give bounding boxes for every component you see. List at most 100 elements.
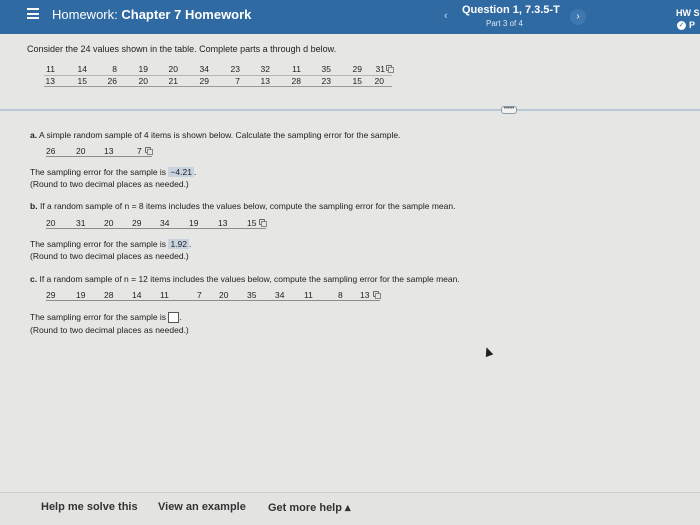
sample-value: 19 <box>76 290 86 300</box>
table-cell: 31 <box>362 64 394 76</box>
check-circle-icon: ✓ <box>677 21 686 30</box>
part-a-answer-line: The sampling error for the sample is −4.… <box>30 167 197 177</box>
sample-value: 28 <box>104 290 114 300</box>
answer-prefix: The sampling error for the sample is <box>30 167 167 177</box>
table-cell: 26 <box>87 75 117 87</box>
part-b-answer[interactable]: 1.92 <box>168 239 189 249</box>
hw-score-label[interactable]: HW S <box>676 8 700 18</box>
table-cell: 11 <box>270 64 301 76</box>
sample-value: 29 <box>132 218 142 228</box>
get-more-help-button[interactable]: Get more help ▴ <box>268 501 351 514</box>
part-b-label: b. <box>30 201 38 211</box>
table-cell: 13 <box>44 75 55 87</box>
top-bar: Homework: Chapter 7 Homework ‹ Question … <box>0 0 700 34</box>
question-panel: Consider the 24 values shown in the tabl… <box>0 34 700 492</box>
table-cell: 19 <box>117 64 148 76</box>
table-cell: 20 <box>148 64 178 76</box>
part-c-answer-line: The sampling error for the sample is . <box>30 312 182 324</box>
sample-value: 26 <box>46 146 56 156</box>
sample-value: 34 <box>275 290 285 300</box>
copy-icon[interactable] <box>373 291 381 299</box>
help-me-solve-button[interactable]: Help me solve this <box>41 501 138 513</box>
part-b-prompt: b. If a random sample of n = 8 items inc… <box>30 201 455 211</box>
part-a-label: a. <box>30 130 38 140</box>
part-c-label: c. <box>30 274 38 284</box>
sample-value: 29 <box>46 290 56 300</box>
sample-value: 13 <box>104 146 114 156</box>
table-cell: 28 <box>270 75 301 87</box>
sample-value: 14 <box>132 290 142 300</box>
table-cell: 29 <box>178 75 209 87</box>
rounding-note: (Round to two decimal places as needed.) <box>30 325 189 335</box>
part-c-text: If a random sample of n = 12 items inclu… <box>39 274 460 284</box>
part-c-answer-input[interactable] <box>168 312 180 324</box>
sample-value: 20 <box>76 146 86 156</box>
table-cell: 15 <box>55 75 87 87</box>
sample-value: 15 <box>247 218 257 228</box>
copy-icon[interactable] <box>145 147 153 155</box>
sample-value: 31 <box>76 218 86 228</box>
sample-value: 7 <box>137 146 142 156</box>
answer-prefix: The sampling error for the sample is <box>30 312 167 322</box>
table-cell: 29 <box>331 64 362 76</box>
get-more-help-label: Get more help <box>268 502 342 514</box>
intro-text: Consider the 24 values shown in the tabl… <box>27 44 337 54</box>
table-cell: 11 <box>44 64 55 76</box>
part-b-sample-row: 20 31 20 29 34 19 13 15 <box>46 218 267 229</box>
table-cell: 20 <box>362 75 392 87</box>
part-c-sample-row: 29 19 28 14 11 7 20 35 34 11 8 13 <box>46 290 381 301</box>
part-a-text: A simple random sample of 4 items is sho… <box>39 130 401 140</box>
part-b-text: If a random sample of n = 8 items includ… <box>39 201 456 211</box>
table-cell: 13 <box>240 75 270 87</box>
table-cell: 8 <box>87 64 117 76</box>
part-b-answer-line: The sampling error for the sample is 1.9… <box>30 239 192 249</box>
chevron-left-icon[interactable]: ‹ <box>444 10 448 22</box>
sample-value: 13 <box>360 290 370 300</box>
sample-value: 34 <box>160 218 170 228</box>
table-cell: 32 <box>240 64 270 76</box>
question-number: Question 1, 7.3.5-T <box>462 4 560 16</box>
view-example-button[interactable]: View an example <box>158 501 246 513</box>
homework-title: Homework: Chapter 7 Homework <box>52 7 251 22</box>
values-table: 11 14 8 19 20 34 23 32 11 35 29 31 13 15… <box>44 64 394 87</box>
copy-icon[interactable] <box>386 65 394 74</box>
sample-value: 20 <box>219 290 229 300</box>
chevron-right-icon[interactable]: › <box>570 9 586 25</box>
homework-title-name: Chapter 7 Homework <box>121 7 252 22</box>
table-cell: 15 <box>331 75 362 87</box>
sample-value: 19 <box>189 218 199 228</box>
sample-value: 20 <box>104 218 114 228</box>
sample-value: 8 <box>338 290 343 300</box>
answer-prefix: The sampling error for the sample is <box>30 239 167 249</box>
table-cell: 35 <box>301 64 331 76</box>
part-a-sample-row: 26 20 13 7 <box>46 146 153 157</box>
copy-icon[interactable] <box>259 219 267 227</box>
rounding-note: (Round to two decimal places as needed.) <box>30 251 189 261</box>
table-cell: 20 <box>117 75 148 87</box>
rounding-note: (Round to two decimal places as needed.) <box>30 179 189 189</box>
table-cell: 14 <box>55 64 87 76</box>
sample-value: 35 <box>247 290 257 300</box>
footer-bar: Help me solve this View an example Get m… <box>0 492 700 525</box>
sample-value: 11 <box>160 290 169 300</box>
hw-score-suffix: P <box>689 20 696 30</box>
table-cell: 7 <box>209 75 240 87</box>
sample-value: 20 <box>46 218 56 228</box>
table-cell: 34 <box>178 64 209 76</box>
table-row: 11 14 8 19 20 34 23 32 11 35 29 31 <box>44 64 394 76</box>
part-a-prompt: a. A simple random sample of 4 items is … <box>30 130 400 140</box>
homework-title-prefix: Homework: <box>52 7 118 22</box>
part-indicator: Part 3 of 4 <box>486 19 523 28</box>
expand-more-button[interactable]: ••••• <box>501 106 517 114</box>
section-divider <box>0 109 700 111</box>
hamburger-menu-icon[interactable] <box>27 8 39 19</box>
sample-value: 7 <box>197 290 202 300</box>
table-cell: 21 <box>148 75 178 87</box>
sample-value: 11 <box>304 290 313 300</box>
table-cell: 23 <box>301 75 331 87</box>
caret-up-icon: ▴ <box>345 502 351 514</box>
sample-value: 13 <box>218 218 228 228</box>
part-c-prompt: c. If a random sample of n = 12 items in… <box>30 274 460 284</box>
table-row: 13 15 26 20 21 29 7 13 28 23 15 20 <box>44 75 392 87</box>
part-a-answer[interactable]: −4.21 <box>168 167 194 177</box>
